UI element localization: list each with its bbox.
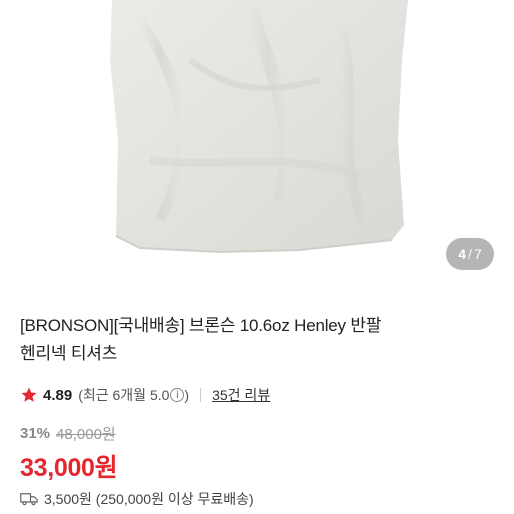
rating-row: 4.89 (최근 6개월 5.0 i ) 35건 리뷰 <box>20 383 270 407</box>
discount-row: 31% 48,000원 <box>20 422 116 444</box>
info-icon[interactable]: i <box>170 388 185 402</box>
recent-rating-label: (최근 6개월 5.0 <box>78 387 170 403</box>
tshirt-photo <box>110 0 408 254</box>
shipping-row: 3,500원 (250,000원 이상 무료배송) <box>20 489 254 509</box>
original-price: 48,000원 <box>56 425 116 443</box>
image-counter: 4/7 <box>446 238 494 270</box>
review-count-link[interactable]: 35건 리뷰 <box>212 385 270 405</box>
product-title: [BRONSON][국내배송] 브론슨 10.6oz Henley 반팔 헨리넥… <box>20 312 490 368</box>
discount-rate: 31% <box>20 424 51 442</box>
image-counter-separator: / <box>468 246 472 262</box>
product-title-line2: 헨리넥 티셔츠 <box>20 344 118 363</box>
sale-price: 33,000원 <box>20 454 118 482</box>
product-title-line1: [BRONSON][국내배송] 브론슨 10.6oz Henley 반팔 <box>20 316 382 335</box>
image-counter-total: 7 <box>473 246 482 262</box>
recent-rating-close: ) <box>184 387 190 403</box>
truck-icon <box>20 493 38 506</box>
rating-score: 4.89 <box>43 386 73 404</box>
divider <box>200 388 202 402</box>
star-icon <box>21 387 37 402</box>
shipping-fee: 3,500원 (250,000원 이상 무료배송) <box>44 491 254 507</box>
product-image[interactable]: 4/7 <box>0 0 514 286</box>
image-counter-current: 4 <box>458 246 467 262</box>
